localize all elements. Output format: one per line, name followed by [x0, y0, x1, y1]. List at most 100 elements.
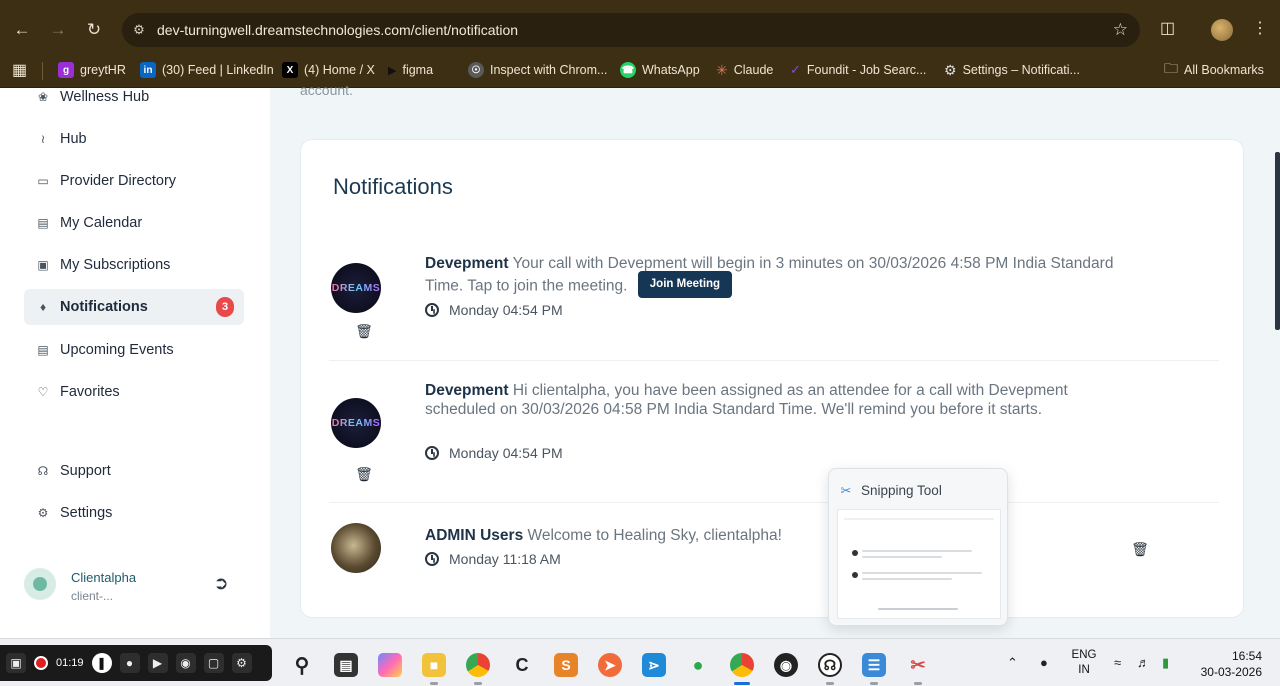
chevron-up-icon[interactable]: ⌃: [1007, 655, 1018, 671]
bell-icon: ♦: [39, 300, 47, 314]
site-info-icon[interactable]: ⚙: [130, 21, 148, 39]
all-bookmarks-label: All Bookmarks: [1184, 63, 1264, 77]
bookmark-label: (4) Home / X: [304, 63, 375, 77]
window-icon[interactable]: ▢: [203, 653, 224, 673]
notification-divider: [329, 502, 1219, 503]
bookmark-greythr[interactable]: g greytHR: [58, 60, 126, 80]
volume-icon[interactable]: ♬: [1137, 655, 1150, 670]
menu-icon[interactable]: ⋮: [1252, 18, 1268, 38]
profile-avatar[interactable]: [1211, 19, 1233, 41]
share-icon: ≀: [40, 132, 46, 146]
mongodb-icon[interactable]: ●: [686, 653, 710, 677]
file-explorer-icon[interactable]: ■: [422, 653, 446, 677]
bookmark-label: WhatsApp: [642, 63, 700, 77]
speaker-icon[interactable]: ▶: [147, 653, 168, 673]
bookmark-x[interactable]: X (4) Home / X: [282, 60, 375, 80]
foundit-icon: ✓: [790, 62, 801, 77]
bookmark-star-icon[interactable]: ☆: [1113, 20, 1128, 40]
microphone-icon[interactable]: ●: [119, 653, 140, 673]
sidebar-item-notifications[interactable]: ♦ Notifications 3: [24, 289, 244, 325]
sidebar-item-settings[interactable]: ⚙ Settings: [24, 495, 244, 531]
vscode-icon[interactable]: ⋗: [642, 653, 666, 677]
sidebar-item-my-calendar[interactable]: ▤ My Calendar: [24, 205, 244, 241]
sidebar-item-label: Settings: [60, 505, 113, 521]
bookmark-whatsapp[interactable]: ☎ WhatsApp: [620, 60, 700, 80]
scrollbar-thumb[interactable]: [1275, 152, 1280, 330]
trash-icon[interactable]: 🗑: [355, 323, 373, 339]
search-icon[interactable]: ⚲: [290, 653, 314, 677]
sidebar-item-provider-directory[interactable]: ▭ Provider Directory: [24, 163, 244, 199]
bookmark-settings[interactable]: ⚙ Settings – Notificati...: [944, 60, 1080, 80]
clock-date: 30-03-2026: [1200, 665, 1262, 679]
bookmark-foundit[interactable]: ✓ Foundit - Job Searc...: [790, 60, 926, 80]
app-running-indicator: [870, 682, 878, 685]
snipping-tool-title: Snipping Tool: [861, 483, 942, 498]
bookmark-claude[interactable]: ✳ Claude: [716, 60, 773, 80]
clock-icon: [425, 446, 439, 460]
wifi-icon[interactable]: ≈: [1114, 655, 1121, 670]
join-meeting-button[interactable]: Join Meeting: [637, 271, 733, 298]
battery-icon[interactable]: ▮: [1162, 655, 1169, 671]
app-c-icon[interactable]: C: [510, 653, 534, 677]
app-running-indicator: [474, 682, 482, 685]
gear-icon: ⚙: [37, 506, 49, 520]
globe-icon: ☉: [468, 62, 484, 78]
camera-icon[interactable]: ◉: [175, 653, 196, 673]
bookmark-figma[interactable]: ▶ figma: [388, 60, 433, 80]
bookmark-inspect[interactable]: ☉ Inspect with Chrom...: [468, 60, 607, 80]
notification-body: Hi clientalpha, you have been assigned a…: [425, 382, 1068, 418]
all-bookmarks[interactable]: 🗀 All Bookmarks: [1164, 60, 1264, 80]
bookmarks-divider: [42, 62, 43, 80]
bookmark-linkedin[interactable]: in (30) Feed | LinkedIn: [140, 60, 274, 80]
bookmark-label: greytHR: [80, 63, 126, 77]
obs-icon[interactable]: ◉: [774, 653, 798, 677]
sidebar-item-hub[interactable]: ≀ Hub: [24, 121, 244, 157]
user-name: Clientalpha: [71, 570, 137, 585]
chrome-icon[interactable]: [466, 653, 490, 677]
linkedin-icon: in: [140, 62, 156, 78]
trash-icon[interactable]: 🗑: [1131, 541, 1149, 557]
sender-avatar: DREAMS: [331, 263, 381, 313]
system-clock[interactable]: 16:54 30-03-2026: [1192, 648, 1262, 680]
folder-icon: 🗀: [1164, 60, 1178, 76]
trash-icon[interactable]: 🗑: [355, 466, 373, 482]
page-title: Notifications: [333, 174, 453, 199]
copilot-icon[interactable]: [378, 653, 402, 677]
recording-toolbar: ▣ 01:19 ❚ ● ▶ ◉ ▢ ⚙: [0, 645, 272, 681]
language-indicator[interactable]: ENG IN: [1068, 648, 1100, 678]
bookmark-label: Foundit - Job Searc...: [806, 63, 927, 77]
sidebar-item-my-subscriptions[interactable]: ▣ My Subscriptions: [24, 247, 244, 283]
snipping-tool-preview[interactable]: ✂ Snipping Tool: [828, 468, 1008, 626]
chrome-profile-icon[interactable]: [730, 653, 754, 677]
task-view-icon[interactable]: ▤: [334, 653, 358, 677]
user-avatar[interactable]: [24, 568, 56, 600]
sidebar-item-upcoming-events[interactable]: ▤ Upcoming Events: [24, 332, 244, 368]
sidebar-item-label: My Subscriptions: [60, 257, 171, 273]
postman-icon[interactable]: ➤: [598, 653, 622, 677]
sidebar-item-wellness-hub[interactable]: ❀ Wellness Hub: [24, 79, 244, 115]
recording-timer: 01:19: [56, 657, 84, 669]
sidebar-item-favorites[interactable]: ♡ Favorites: [24, 374, 244, 410]
claude-icon: ✳: [716, 61, 728, 78]
sidebar-item-support[interactable]: ☊ Support: [24, 453, 244, 489]
record-indicator-icon[interactable]: [34, 656, 48, 670]
clock-time: 16:54: [1231, 649, 1262, 663]
forward-icon[interactable]: →: [46, 18, 70, 42]
notification-sender: ADMIN Users: [425, 527, 524, 544]
microphone-icon[interactable]: ●: [1040, 655, 1048, 670]
url-text[interactable]: dev-turningwell.dreamstechnologies.com/c…: [157, 22, 518, 38]
logout-icon[interactable]: ➲: [211, 573, 231, 593]
sidebar-item-label: Favorites: [60, 384, 120, 400]
screenshot-icon[interactable]: ▣: [6, 653, 26, 673]
app-headset-icon[interactable]: ☊: [818, 653, 842, 677]
notepad-icon[interactable]: ☰: [862, 653, 886, 677]
snipping-tool-icon[interactable]: ✂: [906, 653, 930, 677]
address-bar[interactable]: ⚙ dev-turningwell.dreamstechnologies.com…: [122, 13, 1140, 47]
apps-icon[interactable]: ▦: [12, 60, 27, 80]
extensions-icon[interactable]: ◫: [1160, 18, 1175, 38]
sublime-icon[interactable]: S: [554, 653, 578, 677]
settings-icon[interactable]: ⚙: [231, 653, 252, 673]
pause-icon[interactable]: ❚: [91, 653, 112, 673]
reload-icon[interactable]: ↻: [82, 18, 106, 42]
back-icon[interactable]: ←: [10, 18, 34, 42]
